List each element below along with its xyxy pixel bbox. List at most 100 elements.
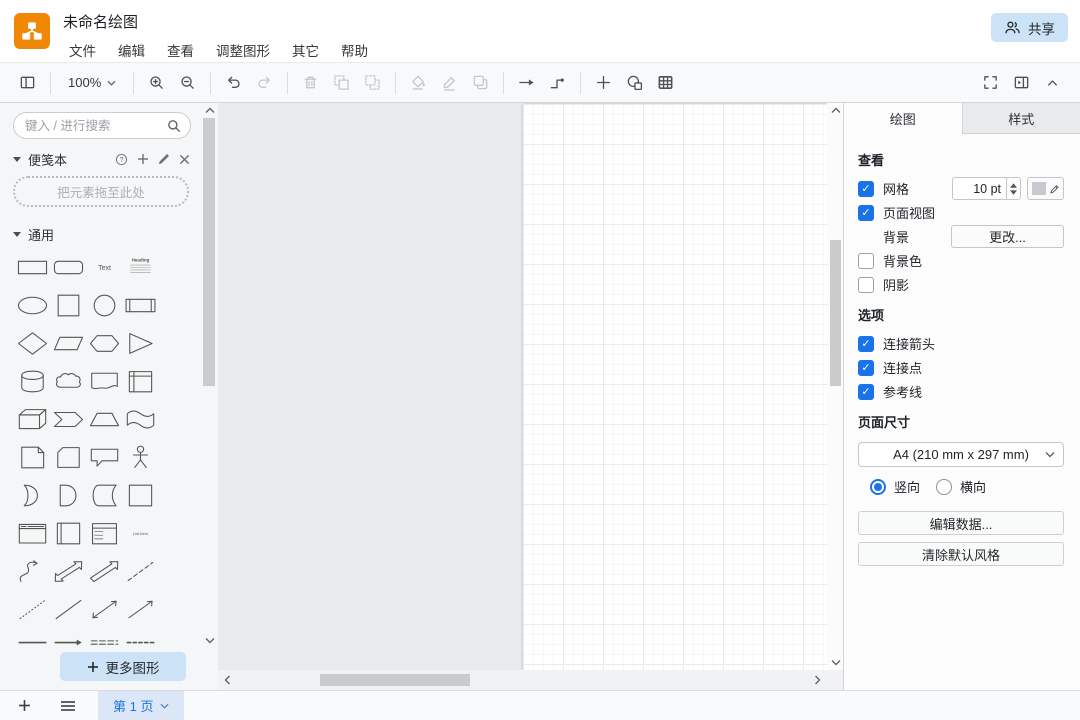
scroll-up-icon[interactable]: [202, 104, 217, 117]
zoom-level-dropdown[interactable]: 100%: [58, 75, 126, 90]
scroll-down-icon[interactable]: [202, 634, 217, 647]
shape-ellipse[interactable]: [14, 286, 50, 324]
menu-extras[interactable]: 其它: [281, 37, 330, 63]
shape-data-storage[interactable]: [86, 476, 122, 514]
shape-process[interactable]: [122, 286, 158, 324]
shape-diamond[interactable]: [14, 324, 50, 362]
zoom-out-button[interactable]: [172, 68, 203, 98]
canvas-area[interactable]: [218, 103, 843, 690]
tab-diagram[interactable]: 绘图: [844, 103, 962, 134]
canvas-vertical-scrollbar[interactable]: [827, 103, 843, 670]
search-icon[interactable]: [167, 119, 181, 133]
shape-trapezoid[interactable]: [86, 400, 122, 438]
add-page-button[interactable]: [6, 691, 43, 720]
scroll-down-icon[interactable]: [828, 656, 843, 669]
shape-dotted-line[interactable]: [14, 590, 50, 628]
zoom-in-button[interactable]: [141, 68, 172, 98]
landscape-radio[interactable]: [936, 479, 952, 495]
shape-directional-connector[interactable]: [122, 590, 158, 628]
format-panel-button[interactable]: [1006, 68, 1037, 98]
tab-style[interactable]: 样式: [962, 103, 1080, 134]
shape-parallelogram[interactable]: [50, 324, 86, 362]
shape-document[interactable]: [86, 362, 122, 400]
share-button[interactable]: 共享: [991, 13, 1068, 42]
insert-plus-button[interactable]: [588, 68, 619, 98]
shadow-checkbox[interactable]: [858, 277, 874, 293]
shape-card[interactable]: [50, 438, 86, 476]
shape-circle[interactable]: [86, 286, 122, 324]
connection-arrow-button[interactable]: [511, 68, 542, 98]
shape-bidirectional-arrow[interactable]: [50, 552, 86, 590]
shape-triangle[interactable]: [122, 324, 158, 362]
scratchpad-title[interactable]: 便笺本: [28, 150, 67, 169]
scroll-left-icon[interactable]: [220, 673, 235, 686]
shape-text[interactable]: Text: [86, 248, 122, 286]
shape-square[interactable]: [50, 286, 86, 324]
shape-and[interactable]: [50, 476, 86, 514]
shape-note[interactable]: [14, 438, 50, 476]
pages-menu-button[interactable]: [49, 691, 86, 720]
grid-color-button[interactable]: [1027, 177, 1064, 200]
collapse-triangle-icon[interactable]: [13, 232, 21, 237]
background-color-checkbox[interactable]: [858, 253, 874, 269]
help-icon[interactable]: ?: [115, 153, 128, 166]
shape-actor[interactable]: [122, 438, 158, 476]
shape-arrow[interactable]: [86, 552, 122, 590]
page-view-checkbox[interactable]: [858, 205, 874, 221]
document-title[interactable]: 未命名绘图: [63, 11, 138, 32]
edit-pencil-icon[interactable]: [158, 153, 170, 165]
shape-search-input[interactable]: [25, 119, 167, 133]
shape-tape[interactable]: [122, 400, 158, 438]
shape-internal-storage[interactable]: [122, 362, 158, 400]
shape-or[interactable]: [14, 476, 50, 514]
guides-checkbox[interactable]: [858, 384, 874, 400]
menu-help[interactable]: 帮助: [330, 37, 379, 63]
scratchpad-dropzone[interactable]: 把元素拖至此处: [13, 176, 189, 207]
portrait-radio[interactable]: [870, 479, 886, 495]
scroll-up-icon[interactable]: [828, 104, 843, 117]
undo-button[interactable]: [218, 68, 249, 98]
connection-points-checkbox[interactable]: [858, 360, 874, 376]
canvas-vertical-thumb[interactable]: [830, 240, 841, 386]
shape-hexagon[interactable]: [86, 324, 122, 362]
shape-textbox[interactable]: Heading: [122, 248, 158, 286]
grid-checkbox[interactable]: [858, 181, 874, 197]
shape-line[interactable]: [50, 590, 86, 628]
insert-shape-button[interactable]: [619, 68, 650, 98]
general-section-title[interactable]: 通用: [28, 225, 54, 244]
canvas-page[interactable]: [523, 104, 827, 670]
add-icon[interactable]: [137, 153, 149, 165]
grid-size-stepper[interactable]: [1007, 177, 1021, 200]
shape-cylinder[interactable]: [14, 362, 50, 400]
menu-edit[interactable]: 编辑: [107, 37, 156, 63]
shape-step[interactable]: [50, 400, 86, 438]
page-size-select[interactable]: A4 (210 mm x 297 mm): [858, 442, 1064, 467]
menu-file[interactable]: 文件: [58, 37, 107, 63]
waypoint-style-button[interactable]: [542, 68, 573, 98]
menu-arrange[interactable]: 调整图形: [205, 37, 281, 63]
shape-callout[interactable]: [86, 438, 122, 476]
shape-list-item[interactable]: List Item: [122, 514, 158, 552]
insert-table-button[interactable]: [650, 68, 681, 98]
shape-dashed-line[interactable]: [122, 552, 158, 590]
sidebar-scrollbar-thumb[interactable]: [203, 118, 215, 386]
shape-vertical-container[interactable]: [50, 514, 86, 552]
canvas-horizontal-scrollbar[interactable]: [218, 670, 827, 690]
shape-cloud[interactable]: [50, 362, 86, 400]
sidebar-toggle-button[interactable]: [12, 68, 43, 98]
background-change-button[interactable]: 更改...: [951, 225, 1064, 248]
close-icon[interactable]: [179, 154, 190, 165]
shape-rectangle[interactable]: [14, 248, 50, 286]
shape-list[interactable]: [86, 514, 122, 552]
grid-size-input[interactable]: 10 pt: [952, 177, 1007, 200]
collapse-triangle-icon[interactable]: [13, 157, 21, 162]
scroll-right-icon[interactable]: [810, 673, 825, 686]
menu-view[interactable]: 查看: [156, 37, 205, 63]
shape-browser-window[interactable]: [14, 514, 50, 552]
collapse-button[interactable]: [1037, 68, 1068, 98]
clear-default-style-button[interactable]: 清除默认风格: [858, 542, 1064, 566]
shape-horizontal-line[interactable]: [14, 628, 50, 666]
more-shapes-button[interactable]: 更多图形: [60, 652, 186, 681]
shape-cube[interactable]: [14, 400, 50, 438]
shape-rounded-rectangle[interactable]: [50, 248, 86, 286]
